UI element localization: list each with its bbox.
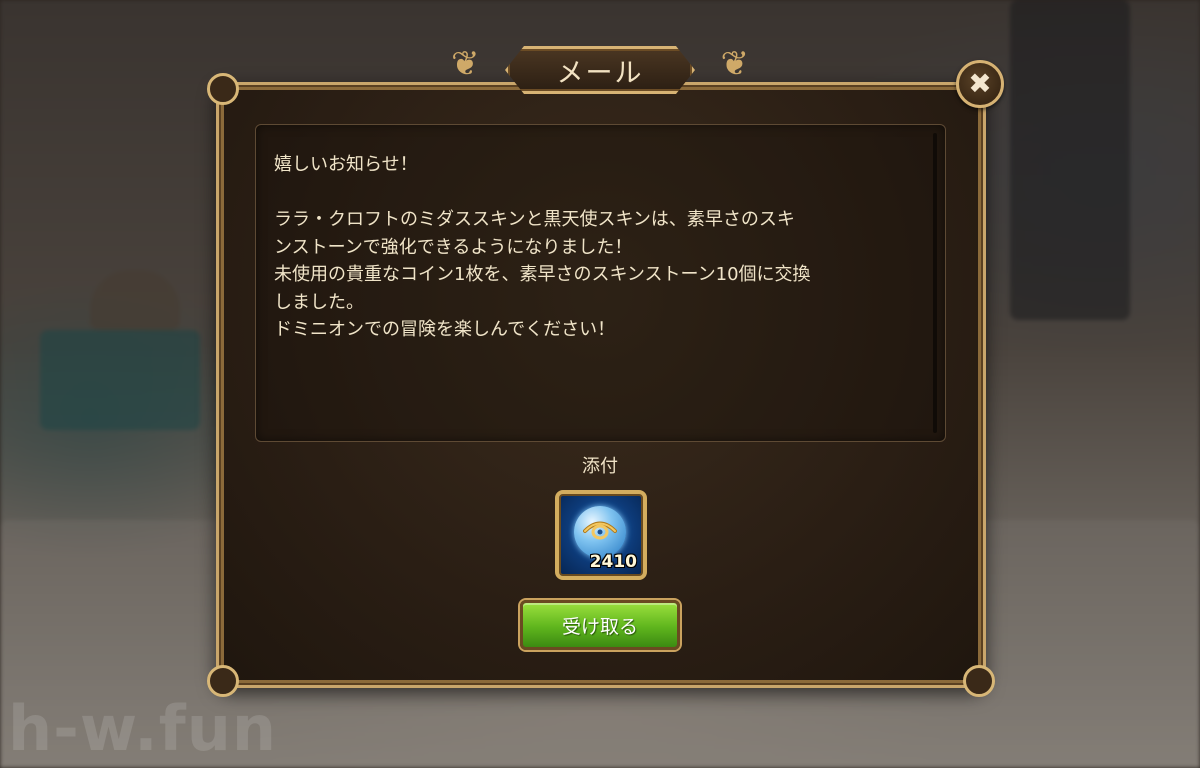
message-line: ララ・クロフトのミダススキンと黒天使スキンは、素早さのスキ xyxy=(274,209,795,230)
frame-corner xyxy=(207,665,239,697)
close-icon: ✖ xyxy=(968,67,992,100)
frame-corner xyxy=(963,665,995,697)
dialog-title: メール xyxy=(556,57,644,89)
title-plate: メール xyxy=(505,46,695,94)
message-scrollbar[interactable] xyxy=(933,133,937,433)
title-banner: ❦ ❦ メール xyxy=(451,38,749,102)
message-line: ドミニオンでの冒険を楽しんでください！ xyxy=(274,319,616,340)
message-line: ンストーンで強化できるようになりました！ xyxy=(274,236,633,258)
background-shape xyxy=(40,330,200,430)
background-shape xyxy=(90,270,180,330)
attachment-count: 2410 xyxy=(589,552,637,572)
message-line: 未使用の貴重なコイン1枚を、素早さのスキンストーン10個に交換 xyxy=(274,264,811,285)
close-button[interactable]: ✖ xyxy=(956,60,1004,108)
message-line: しました。 xyxy=(274,291,364,313)
message-line xyxy=(274,179,924,207)
receive-button[interactable]: 受け取る xyxy=(520,600,680,650)
attachment-label: 添付 xyxy=(582,456,618,477)
attachment-item[interactable]: 2410 xyxy=(555,490,647,580)
background-shape xyxy=(1010,0,1130,320)
message-line: 嬉しいお知らせ！ xyxy=(274,154,418,175)
message-box[interactable]: 嬉しいお知らせ！ ララ・クロフトのミダススキンと黒天使スキンは、素早さのスキ ン… xyxy=(255,124,946,442)
frame-corner xyxy=(207,73,239,105)
skin-stone-eye-icon xyxy=(583,521,617,540)
message-body: 嬉しいお知らせ！ ララ・クロフトのミダススキンと黒天使スキンは、素早さのスキ ン… xyxy=(274,151,924,344)
watermark: h-w.fun xyxy=(8,692,277,765)
receive-button-label: 受け取る xyxy=(561,615,638,638)
